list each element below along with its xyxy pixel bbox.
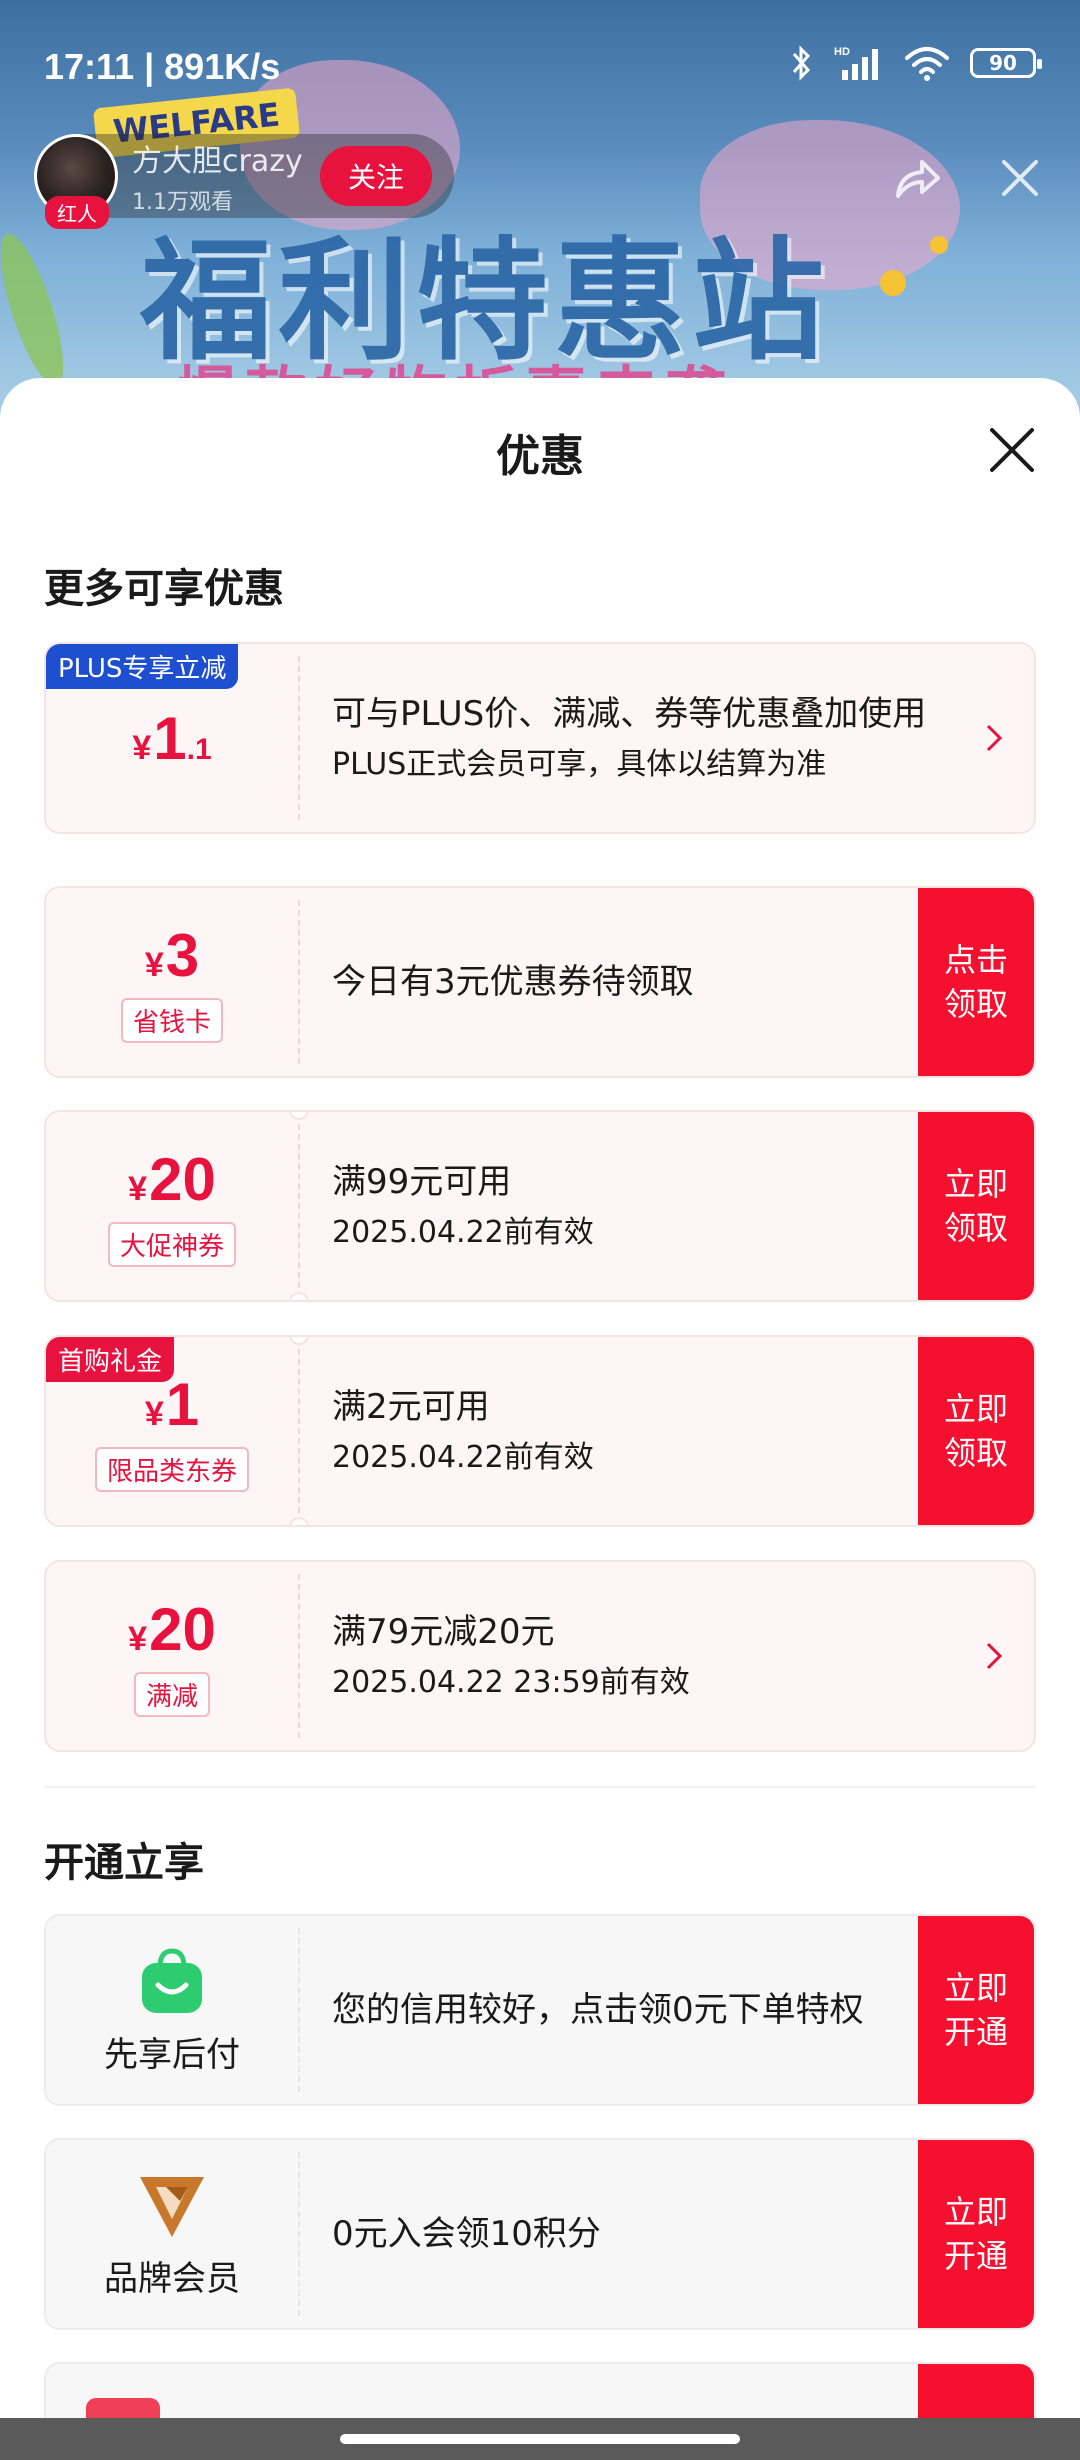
coupon-expiry: 2025.04.22前有效 (332, 1215, 594, 1250)
streamer-info-capsule[interactable]: 红人 方大胆crazy 1.1万观看 关注 (34, 134, 454, 229)
coupon-type-tag: 大促神券 (107, 1222, 236, 1267)
coupon-card-plus[interactable]: ¥1.1 PLUS专享立减 可与PLUS价、满减、券等优惠叠加使用 PLUS正式… (44, 642, 1036, 834)
coupon-condition: 满79元减20元 (332, 1612, 555, 1652)
coupon-type-tag: 满减 (133, 1672, 210, 1717)
section-title-open: 开通立享 (44, 1840, 204, 1886)
coupon-condition: 满99元可用 (332, 1162, 512, 1202)
service-card-partial[interactable] (44, 2362, 1036, 2422)
service-body: 您的信用较好，点击领0元下单特权 (332, 1916, 922, 2104)
sheet-header: 优惠 (0, 378, 1080, 518)
service-divider (298, 1928, 300, 2092)
bluetooth-icon (792, 45, 811, 81)
service-label: 先享后付 (104, 2034, 240, 2075)
status-icons: HD 90 (790, 44, 1042, 82)
status-bar: 17:11 | 891K/s HD 90 (0, 0, 1080, 130)
coupon-body: 满79元减20元 2025.04.22 23:59前有效 (332, 1562, 690, 1750)
share-icon[interactable] (890, 154, 944, 208)
decor-dot (930, 236, 948, 254)
streamer-views: 1.1万观看 (132, 190, 233, 215)
streamer-avatar[interactable]: 红人 (34, 134, 118, 229)
coupon-amount: ¥20 (128, 1596, 216, 1663)
follow-button[interactable]: 关注 (320, 146, 432, 206)
coupon-notch (289, 1517, 309, 1525)
service-body: 0元入会领10积分 (332, 2140, 601, 2328)
decor-dot (880, 270, 906, 296)
coupon-expiry: 2025.04.22前有效 (332, 1440, 594, 1475)
coupon-amount-area: ¥3 省钱卡 (46, 888, 298, 1076)
coupon-body: 可与PLUS价、满减、券等优惠叠加使用 PLUS正式会员可享，具体以结算为准 (332, 644, 952, 832)
coupon-divider (298, 1349, 300, 1513)
coupon-amount: ¥3 (144, 922, 200, 989)
coupon-divider (298, 900, 300, 1064)
battery-indicator: 90 (970, 48, 1042, 78)
claim-button[interactable]: 立即 领取 (918, 1337, 1034, 1525)
coupon-divider (298, 1574, 300, 1738)
coupon-description: 可与PLUS价、满减、券等优惠叠加使用 (332, 694, 927, 734)
coupon-type-tag: 省钱卡 (120, 998, 223, 1043)
service-card-brand-member[interactable]: 品牌会员 0元入会领10积分 立即 开通 (44, 2138, 1036, 2330)
wifi-icon (905, 47, 949, 81)
brand-v-logo-icon (140, 2176, 204, 2237)
section-divider (44, 1786, 1036, 1788)
activate-button[interactable]: 立即 开通 (918, 2140, 1034, 2328)
streamer-text: 方大胆crazy 1.1万观看 (132, 136, 303, 216)
coupon-condition: 满2元可用 (332, 1387, 490, 1427)
coupon-card-savings[interactable]: ¥3 省钱卡 今日有3元优惠券待领取 点击 领取 (44, 886, 1036, 1078)
streamer-name: 方大胆crazy (132, 144, 303, 179)
first-purchase-corner-tag: 首购礼金 (46, 1337, 175, 1382)
coupon-expiry: 2025.04.22 23:59前有效 (332, 1665, 690, 1700)
coupon-amount: ¥20 (128, 1146, 216, 1213)
service-description: 0元入会领10积分 (332, 2214, 601, 2254)
chevron-right-icon[interactable] (984, 722, 1004, 754)
service-icon-area: 品牌会员 (46, 2140, 298, 2328)
close-icon[interactable] (982, 420, 1042, 480)
service-card-pay-later[interactable]: 先享后付 您的信用较好，点击领0元下单特权 立即 开通 (44, 1914, 1036, 2106)
decor-leaf (0, 227, 76, 393)
coupon-body: 满2元可用 2025.04.22前有效 (332, 1337, 594, 1525)
streamer-tag: 红人 (45, 196, 109, 229)
coupon-divider (298, 656, 300, 820)
coupon-amount: ¥1.1 (132, 704, 212, 772)
coupon-card-full-reduction[interactable]: ¥20 满减 满79元减20元 2025.04.22 23:59前有效 (44, 1560, 1036, 1752)
service-description: 您的信用较好，点击领0元下单特权 (332, 1990, 864, 2030)
sheet-title: 优惠 (496, 431, 584, 482)
service-icon-area: 先享后付 (46, 1916, 298, 2104)
coupon-body: 今日有3元优惠券待领取 (332, 888, 694, 1076)
activate-button[interactable]: 立即 开通 (918, 1916, 1034, 2104)
close-live-icon[interactable] (998, 156, 1042, 200)
service-divider (298, 2152, 300, 2316)
plus-corner-tag: PLUS专享立减 (46, 644, 239, 689)
section-title-more: 更多可享优惠 (44, 566, 284, 612)
service-label: 品牌会员 (104, 2258, 240, 2299)
coupon-amount-area: ¥20 大促神券 (46, 1112, 298, 1300)
claim-button[interactable]: 立即 领取 (918, 1112, 1034, 1300)
coupon-divider (298, 1124, 300, 1288)
home-indicator[interactable] (340, 2434, 740, 2444)
svg-text:HD: HD (834, 46, 850, 58)
coupon-amount-area: ¥20 满减 (46, 1562, 298, 1750)
green-shopping-bag-icon (142, 1947, 202, 2013)
coupon-type-tag: 限品类东券 (94, 1447, 249, 1492)
status-time: 17:11 | 891K/s (44, 46, 281, 87)
coupon-description: 今日有3元优惠券待领取 (332, 962, 694, 1002)
activate-button-partial[interactable] (918, 2364, 1034, 2422)
chevron-right-icon[interactable] (984, 1640, 1004, 1672)
claim-button[interactable]: 点击 领取 (918, 888, 1034, 1076)
coupon-notch (289, 1292, 309, 1300)
coupon-card-promo[interactable]: ¥20 大促神券 满99元可用 2025.04.22前有效 立即 领取 (44, 1110, 1036, 1302)
cellular-signal-icon: HD (834, 46, 878, 80)
coupon-card-first-purchase[interactable]: ¥1 限品类东券 首购礼金 满2元可用 2025.04.22前有效 立即 领取 (44, 1335, 1036, 1527)
coupon-body: 满99元可用 2025.04.22前有效 (332, 1112, 594, 1300)
coupon-note: PLUS正式会员可享，具体以结算为准 (332, 747, 827, 782)
partial-service-icon (86, 2398, 160, 2420)
